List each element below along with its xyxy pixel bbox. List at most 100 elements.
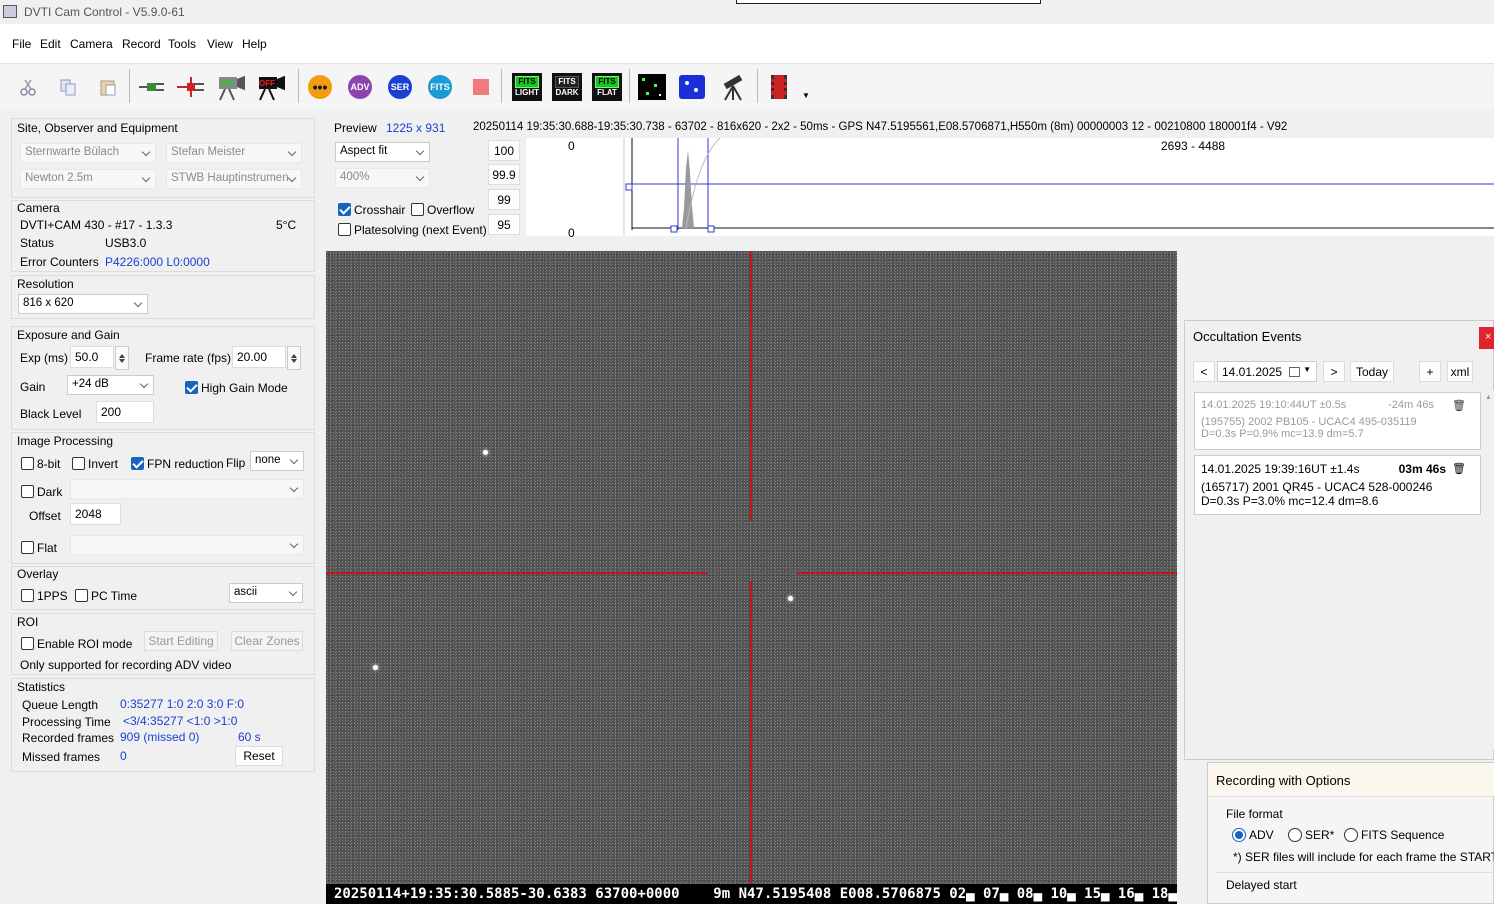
fits-flat-icon[interactable]: FITS FLAT: [592, 73, 622, 101]
calendar-icon[interactable]: [1289, 367, 1300, 377]
close-icon[interactable]: ×: [1479, 327, 1494, 349]
record-ser-icon[interactable]: SER: [386, 74, 414, 100]
overflow-checkbox[interactable]: [411, 203, 424, 216]
framerate-input[interactable]: 20.00: [232, 346, 286, 368]
crosshair-horizontal-left: [326, 572, 708, 574]
window-title: DVTI Cam Control - V5.9.0-61: [24, 5, 185, 19]
today-button[interactable]: Today: [1350, 361, 1394, 382]
disconnect-icon[interactable]: [177, 74, 205, 100]
adv-radio[interactable]: [1232, 828, 1246, 842]
svg-text:OFF: OFF: [259, 79, 275, 88]
offset-input[interactable]: 2048: [70, 503, 121, 525]
fits-radio[interactable]: [1344, 828, 1358, 842]
ser-radio-label: SER*: [1305, 828, 1335, 842]
menu-edit[interactable]: Edit: [40, 37, 61, 51]
menu-view[interactable]: View: [207, 37, 233, 51]
menu-tools[interactable]: Tools: [168, 37, 196, 51]
high-gain-checkbox[interactable]: [185, 381, 198, 394]
dark-checkbox[interactable]: [21, 485, 34, 498]
prev-date-button[interactable]: <: [1193, 361, 1215, 382]
flat-checkbox[interactable]: [21, 541, 34, 554]
error-counters: P4226:000 L0:0000: [105, 255, 210, 269]
chevron-down-icon[interactable]: ▼: [1303, 365, 1311, 374]
trash-icon[interactable]: 🗑: [1452, 462, 1466, 475]
observer-select[interactable]: Stefan Meister: [166, 143, 302, 163]
fits-radio-label: FITS Sequence: [1361, 828, 1445, 842]
gain-select[interactable]: +24 dB: [67, 375, 154, 395]
xml-button[interactable]: xml: [1447, 361, 1473, 382]
fits-dark-icon[interactable]: FITS DARK: [552, 73, 582, 101]
missed-frames-label: Missed frames: [22, 750, 101, 764]
level-99-9-button[interactable]: 99.9: [488, 164, 520, 185]
toolbar-overflow-icon[interactable]: ▼: [802, 91, 810, 100]
event-name: (195755) 2002 PB105 - UCAC4 495-035119: [1201, 416, 1417, 428]
live-icon[interactable]: •••: [306, 74, 334, 100]
level-100-button[interactable]: 100: [488, 140, 520, 161]
menu-camera[interactable]: Camera: [70, 37, 113, 51]
copy-icon[interactable]: [54, 74, 82, 100]
menu-help[interactable]: Help: [242, 37, 267, 51]
camera-status: USB3.0: [105, 236, 147, 250]
crosshair-checkbox[interactable]: [338, 203, 351, 216]
1pps-checkbox[interactable]: [21, 589, 34, 602]
event-list-scrollbar[interactable]: ▲: [1483, 390, 1494, 750]
instrument-select[interactable]: STWB Hauptinstrumen: [166, 169, 302, 189]
framerate-spinner[interactable]: [287, 346, 301, 370]
ser-radio[interactable]: [1288, 828, 1302, 842]
flip-select[interactable]: none: [250, 451, 304, 471]
toolbar: ON OFF ••• ADV SER FITS FITS LIGHT FITS DA…: [0, 65, 1494, 109]
invert-checkbox[interactable]: [72, 457, 85, 470]
reset-button[interactable]: Reset: [235, 746, 283, 766]
exposure-spinner[interactable]: [115, 346, 129, 370]
starfield-icon[interactable]: [638, 74, 666, 100]
histogram-graph[interactable]: [620, 138, 1494, 236]
fit-mode-select[interactable]: Aspect fit: [335, 142, 430, 162]
crosshair-vertical-top: [750, 251, 752, 521]
level-95-button[interactable]: 95: [488, 214, 520, 235]
flip-label: Flip: [226, 456, 246, 470]
camera-model: DVTI+CAM 430 - #17 - 1.3.3: [20, 218, 173, 232]
event-item[interactable]: 14.01.2025 19:10:44UT ±0.5s -24m 46s 🗑 (19…: [1194, 392, 1481, 450]
app-icon: [3, 5, 17, 18]
menu-file[interactable]: File: [12, 37, 31, 51]
connect-icon[interactable]: [138, 74, 166, 100]
black-level-input[interactable]: 200: [96, 401, 154, 423]
next-date-button[interactable]: >: [1323, 361, 1345, 382]
platesolve-icon[interactable]: [678, 74, 706, 100]
camera-on-icon[interactable]: ON: [217, 74, 245, 101]
chip-icon[interactable]: [765, 74, 793, 100]
zoom-select[interactable]: 400%: [335, 168, 430, 188]
stop-icon[interactable]: [467, 74, 495, 100]
camera-off-icon[interactable]: OFF: [257, 74, 285, 101]
overlay-mode-select[interactable]: ascii: [229, 583, 303, 603]
flat-frame-select[interactable]: [70, 535, 304, 555]
exposure-label: Exp (ms): [20, 351, 68, 365]
roi-checkbox[interactable]: [21, 637, 34, 650]
level-99-button[interactable]: 99: [488, 189, 520, 210]
dark-frame-select[interactable]: [70, 479, 304, 499]
trash-icon[interactable]: 🗑: [1452, 399, 1466, 412]
observatory-select[interactable]: Sternwarte Bülach: [20, 143, 156, 163]
record-adv-icon[interactable]: ADV: [346, 74, 374, 100]
resolution-select[interactable]: 816 x 620: [18, 294, 148, 314]
event-date-picker[interactable]: 14.01.2025 ▼: [1217, 361, 1317, 382]
occultation-events-title: Occultation Events: [1193, 329, 1302, 344]
pctime-checkbox[interactable]: [75, 589, 88, 602]
camera-preview[interactable]: 20250114+19:35:30.5885-30.6383 63700+000…: [326, 251, 1177, 904]
menu-record[interactable]: Record: [122, 37, 161, 51]
start-editing-button[interactable]: Start Editing: [144, 631, 218, 651]
platesolving-checkbox[interactable]: [338, 223, 351, 236]
paste-icon[interactable]: [94, 74, 122, 100]
fits-light-icon[interactable]: FITS LIGHT: [512, 73, 542, 101]
record-fits-icon[interactable]: FITS: [426, 74, 454, 100]
8bit-checkbox[interactable]: [21, 457, 34, 470]
event-item[interactable]: 14.01.2025 19:39:16UT ±1.4s 03m 46s 🗑 (165…: [1194, 455, 1481, 515]
fpn-checkbox[interactable]: [131, 457, 144, 470]
add-event-button[interactable]: +: [1419, 361, 1441, 382]
clear-zones-button[interactable]: Clear Zones: [231, 631, 303, 651]
telescope-select[interactable]: Newton 2.5m: [20, 169, 156, 189]
telescope-icon[interactable]: [719, 74, 747, 101]
event-date: 14.01.2025: [1222, 365, 1283, 379]
cut-icon[interactable]: [14, 74, 42, 100]
exposure-input[interactable]: 50.0: [70, 346, 114, 368]
